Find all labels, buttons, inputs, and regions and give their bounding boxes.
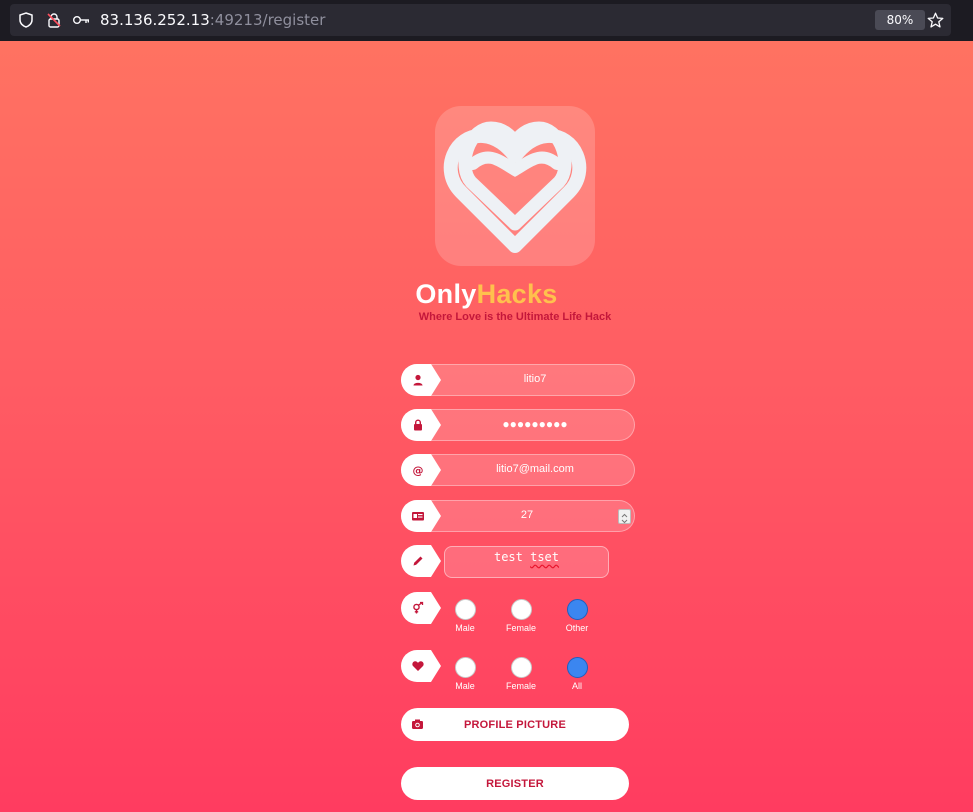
id-card-icon — [412, 512, 424, 521]
heart-logo-icon — [443, 121, 587, 253]
zoom-level-button[interactable]: 80% — [875, 10, 925, 30]
browser-toolbar: 83.136.252.13:49213/register 80% — [0, 0, 973, 41]
username-value: litio7 — [523, 373, 547, 385]
app-title: OnlyHacks — [0, 279, 973, 310]
interest-radio-female[interactable] — [511, 657, 532, 678]
password-value: ●●●●●●●●● — [502, 417, 568, 431]
register-label: REGISTER — [486, 777, 544, 790]
profile-picture-button[interactable]: PROFILE PICTURE — [401, 708, 629, 741]
profile-picture-label: PROFILE PICTURE — [463, 718, 566, 731]
url-host: 83.136.252.13 — [100, 11, 210, 29]
bio-value: test tset — [445, 550, 608, 564]
app-tagline: Where Love is the Ultimate Life Hack — [418, 311, 612, 323]
interest-badge — [401, 650, 443, 682]
lock-icon — [414, 419, 422, 431]
at-sign-icon: @ — [413, 464, 424, 477]
svg-text:@: @ — [413, 464, 424, 477]
interest-radio-all[interactable] — [567, 657, 588, 678]
password-badge — [401, 409, 443, 441]
address-bar[interactable]: 83.136.252.13:49213/register 80% — [10, 4, 951, 36]
bio-badge — [401, 545, 443, 577]
age-spinner[interactable] — [618, 509, 631, 524]
user-icon — [413, 374, 423, 386]
shield-icon[interactable] — [18, 12, 34, 28]
app-title-part2: Hacks — [476, 279, 558, 309]
gender-label-female: Female — [505, 623, 536, 633]
gender-radio-female[interactable] — [511, 599, 532, 620]
lock-warning-icon[interactable] — [46, 12, 62, 28]
heart-icon — [412, 661, 424, 671]
pencil-icon — [413, 556, 423, 566]
gender-badge — [401, 592, 443, 624]
bio-word-1: test — [493, 550, 523, 564]
email-badge: @ — [401, 454, 443, 486]
gender-label-other: Other — [565, 623, 589, 633]
gender-radio-male[interactable] — [455, 599, 476, 620]
url-path: :49213/register — [209, 11, 326, 29]
star-icon[interactable] — [927, 12, 944, 29]
key-icon[interactable] — [72, 12, 90, 28]
app-title-part1: Only — [415, 279, 477, 309]
register-button[interactable]: REGISTER — [401, 767, 629, 800]
url-text[interactable]: 83.136.252.13:49213/register — [100, 11, 325, 29]
age-badge — [401, 500, 443, 532]
bio-textarea[interactable]: test tset — [444, 546, 609, 578]
age-value: 27 — [520, 509, 534, 521]
app-logo — [435, 106, 595, 266]
interest-radio-male[interactable] — [455, 657, 476, 678]
interest-label-male: Male — [455, 681, 475, 691]
camera-icon — [412, 719, 423, 729]
bio-word-2-misspelled: tset — [530, 550, 560, 564]
email-value: litio7@mail.com — [496, 463, 574, 475]
gender-label-male: Male — [455, 623, 475, 633]
interest-label-all: All — [571, 681, 582, 691]
username-badge — [401, 364, 443, 396]
gender-radio-other[interactable] — [567, 599, 588, 620]
gender-icon — [413, 601, 424, 614]
interest-label-female: Female — [505, 681, 536, 691]
